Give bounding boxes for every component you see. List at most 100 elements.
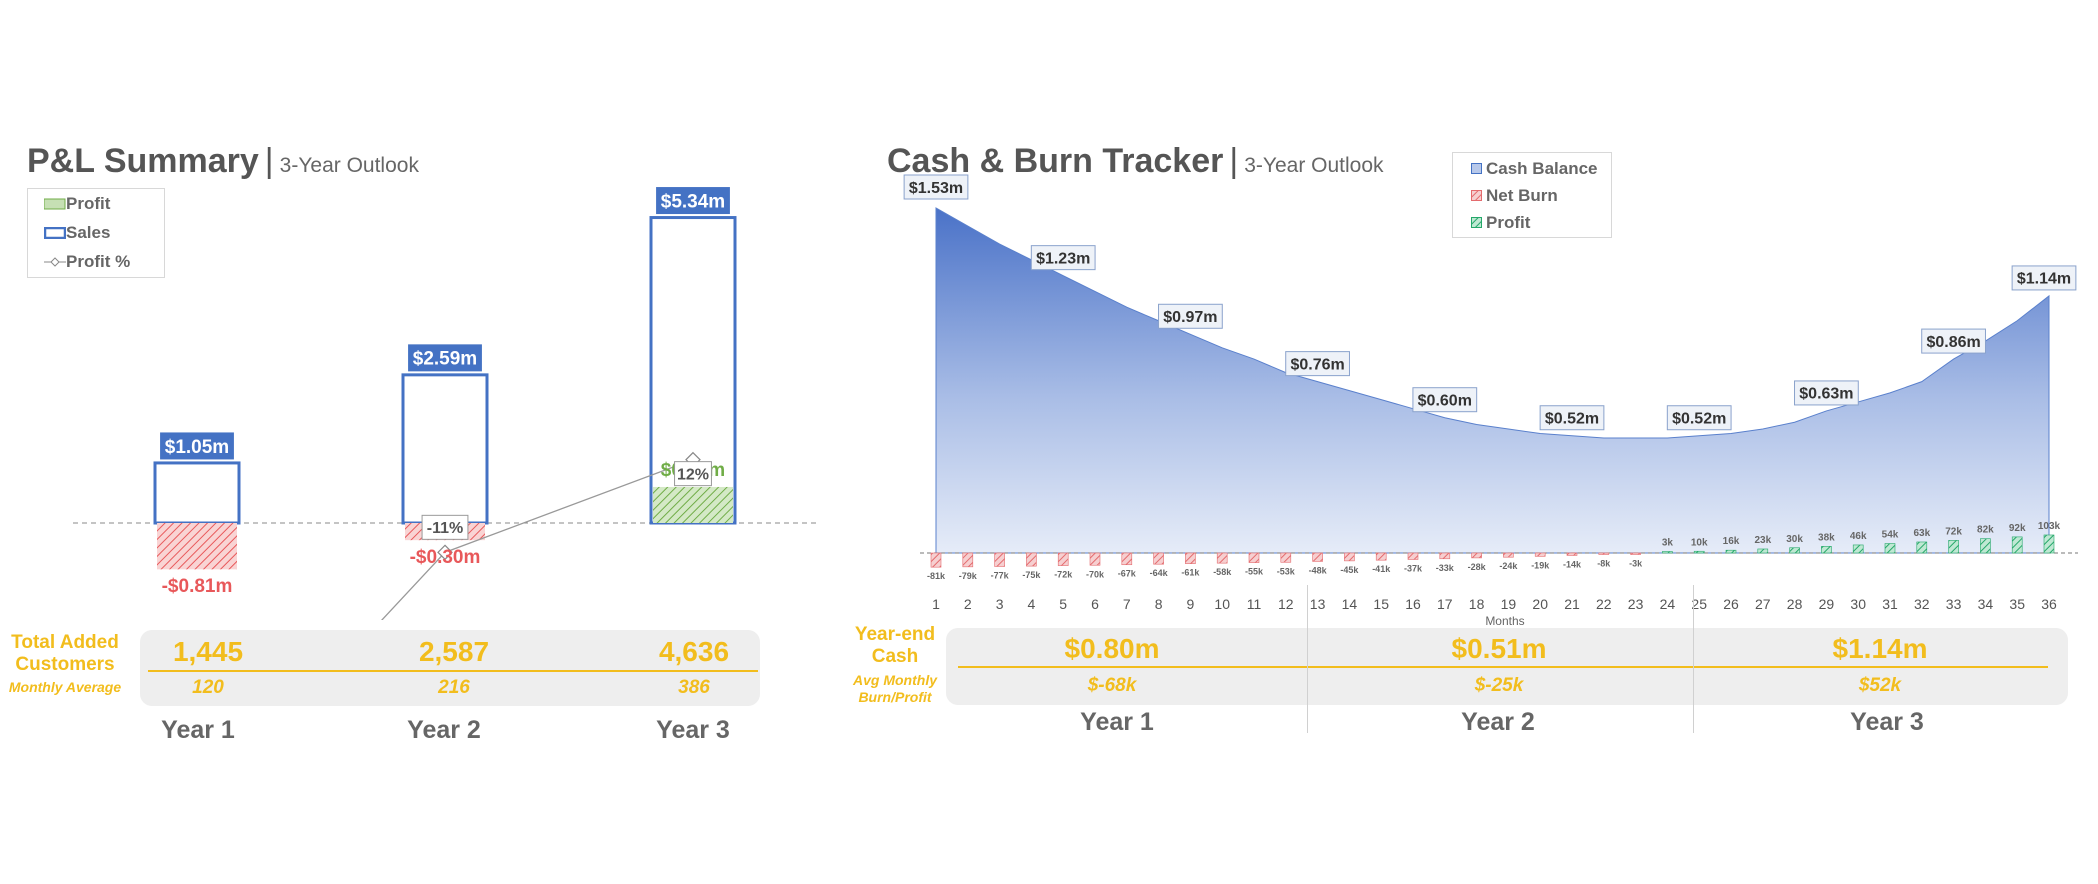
month-tick-label: 13 xyxy=(1310,596,1326,612)
net-burn-bar xyxy=(1121,552,1133,566)
net-burn-bar xyxy=(1026,552,1037,567)
net-burn-bar xyxy=(1344,552,1355,562)
yearend-cash-year2: $0.51m xyxy=(1451,633,1547,664)
net-burn-bar xyxy=(930,552,942,568)
month-tick-label: 11 xyxy=(1247,596,1262,612)
cash-balance-label: $0.60m xyxy=(1418,392,1472,409)
month-tick-label: 30 xyxy=(1850,596,1866,612)
month-tick-label: 4 xyxy=(1028,596,1036,612)
month-tick-label: 34 xyxy=(1978,596,1994,612)
month-tick-label: 5 xyxy=(1059,596,1067,612)
cash-year-label-2: Year 2 xyxy=(1461,708,1535,736)
monthly-profit-bar xyxy=(2011,536,2023,554)
customers-year1: 1,445 xyxy=(172,636,244,667)
month-tick-label: 22 xyxy=(1596,596,1612,612)
burn-value-label: -61k xyxy=(1181,568,1200,578)
net-burn-bar xyxy=(1375,552,1387,561)
burn-value-label: -41k xyxy=(1372,564,1391,574)
cash-balance-label: $0.97m xyxy=(1163,309,1217,326)
burn-value-label: -3k xyxy=(1629,559,1643,569)
net-burn-bar xyxy=(962,552,974,568)
monthly-profit-bar xyxy=(1884,543,1896,554)
customers-year3: 4,636 xyxy=(658,636,730,667)
month-tick-label: 18 xyxy=(1469,596,1485,612)
month-tick-label: 21 xyxy=(1564,596,1580,612)
avg-label-line2: Burn/Profit xyxy=(858,689,932,705)
monthly-profit-bar xyxy=(1948,540,1959,554)
yearend-label: Year-end Cash xyxy=(840,624,950,668)
burn-value-label: -24k xyxy=(1499,561,1518,571)
net-burn-bar xyxy=(1534,552,1546,557)
month-tick-label: 26 xyxy=(1723,596,1739,612)
month-tick-label: 32 xyxy=(1914,596,1930,612)
burn-value-label: -77k xyxy=(991,570,1010,580)
cash-balance-label: $0.52m xyxy=(1672,411,1726,428)
burn-value-label: -45k xyxy=(1340,565,1359,575)
profit-value-label: 72k xyxy=(1945,526,1962,537)
profit-value-label: 23k xyxy=(1754,535,1771,546)
cash-balance-area xyxy=(935,207,2050,554)
cash-balance-label: $1.23m xyxy=(1036,250,1090,267)
avg-label-line1: Avg Monthly xyxy=(853,672,937,688)
net-burn-bar xyxy=(1248,552,1260,563)
cash-balance-label: $1.14m xyxy=(2017,271,2071,288)
month-tick-label: 14 xyxy=(1342,596,1358,612)
net-burn-bar xyxy=(1089,552,1101,566)
net-burn-bar xyxy=(1312,552,1323,562)
yearend-label-line1: Year-end xyxy=(854,624,936,645)
monthly-profit-bar xyxy=(1693,550,1705,554)
monthly-average-label: Monthly Average xyxy=(8,679,122,695)
pl-year-label-1: Year 1 xyxy=(161,716,235,744)
profit-value-label: 10k xyxy=(1691,537,1708,548)
customers-year2: 2,587 xyxy=(418,636,490,667)
month-tick-label: 6 xyxy=(1091,596,1099,612)
cash-balance-label: $0.86m xyxy=(1926,334,1980,351)
month-tick-label: 33 xyxy=(1946,596,1962,612)
profit-value-label: 3k xyxy=(1662,538,1674,549)
yearend-cash-year3: $1.14m xyxy=(1832,633,1928,664)
net-burn-bar xyxy=(1503,552,1514,558)
net-burn-bar xyxy=(1598,552,1610,555)
month-tick-label: 16 xyxy=(1405,596,1421,612)
cash-balance-label: $0.52m xyxy=(1545,411,1599,428)
burn-value-label: -19k xyxy=(1531,560,1550,570)
burn-value-label: -81k xyxy=(927,571,946,581)
avg-burn-year3: $52k xyxy=(1858,675,1902,696)
month-tick-label: 28 xyxy=(1787,596,1803,612)
monthly-profit-bar xyxy=(1852,544,1864,554)
month-tick-label: 31 xyxy=(1882,596,1898,612)
year-divider-2 xyxy=(1693,585,1694,733)
net-burn-bar xyxy=(1153,552,1164,565)
month-tick-label: 24 xyxy=(1660,596,1676,612)
monthly-profit-bar xyxy=(1757,548,1769,554)
month-tick-label: 8 xyxy=(1155,596,1163,612)
monthly-profit-bar xyxy=(2043,534,2055,554)
burn-value-label: -53k xyxy=(1277,566,1296,576)
net-burn-bar xyxy=(1185,552,1196,564)
year-divider-1 xyxy=(1307,585,1308,733)
burn-value-label: -58k xyxy=(1213,567,1232,577)
month-tick-label: 36 xyxy=(2041,596,2057,612)
cash-year-label-1: Year 1 xyxy=(1080,708,1154,736)
pl-year-label-3: Year 3 xyxy=(656,716,730,744)
burn-value-label: -72k xyxy=(1054,570,1073,580)
month-tick-label: 15 xyxy=(1373,596,1389,612)
monthly-profit-bar xyxy=(1662,551,1673,554)
burn-value-label: -70k xyxy=(1086,569,1105,579)
customers-label-line2: Customers xyxy=(15,654,115,675)
net-burn-bar xyxy=(994,552,1005,567)
profit-value-label: 103k xyxy=(2038,521,2061,532)
monthly-profit-bar xyxy=(1725,549,1737,554)
customers-divider xyxy=(148,670,758,672)
profit-value-label: 82k xyxy=(1977,525,1994,536)
month-tick-label: 3 xyxy=(996,596,1004,612)
month-tick-label: 23 xyxy=(1628,596,1644,612)
month-tick-label: 29 xyxy=(1819,596,1835,612)
month-tick-label: 2 xyxy=(964,596,972,612)
profit-value-label: 63k xyxy=(1913,528,1930,539)
month-tick-label: 1 xyxy=(932,596,940,612)
pl-year-label-2: Year 2 xyxy=(407,716,481,744)
profit-value-label: 54k xyxy=(1882,530,1899,541)
burn-value-label: -75k xyxy=(1022,570,1041,580)
burn-value-label: -48k xyxy=(1309,565,1328,575)
